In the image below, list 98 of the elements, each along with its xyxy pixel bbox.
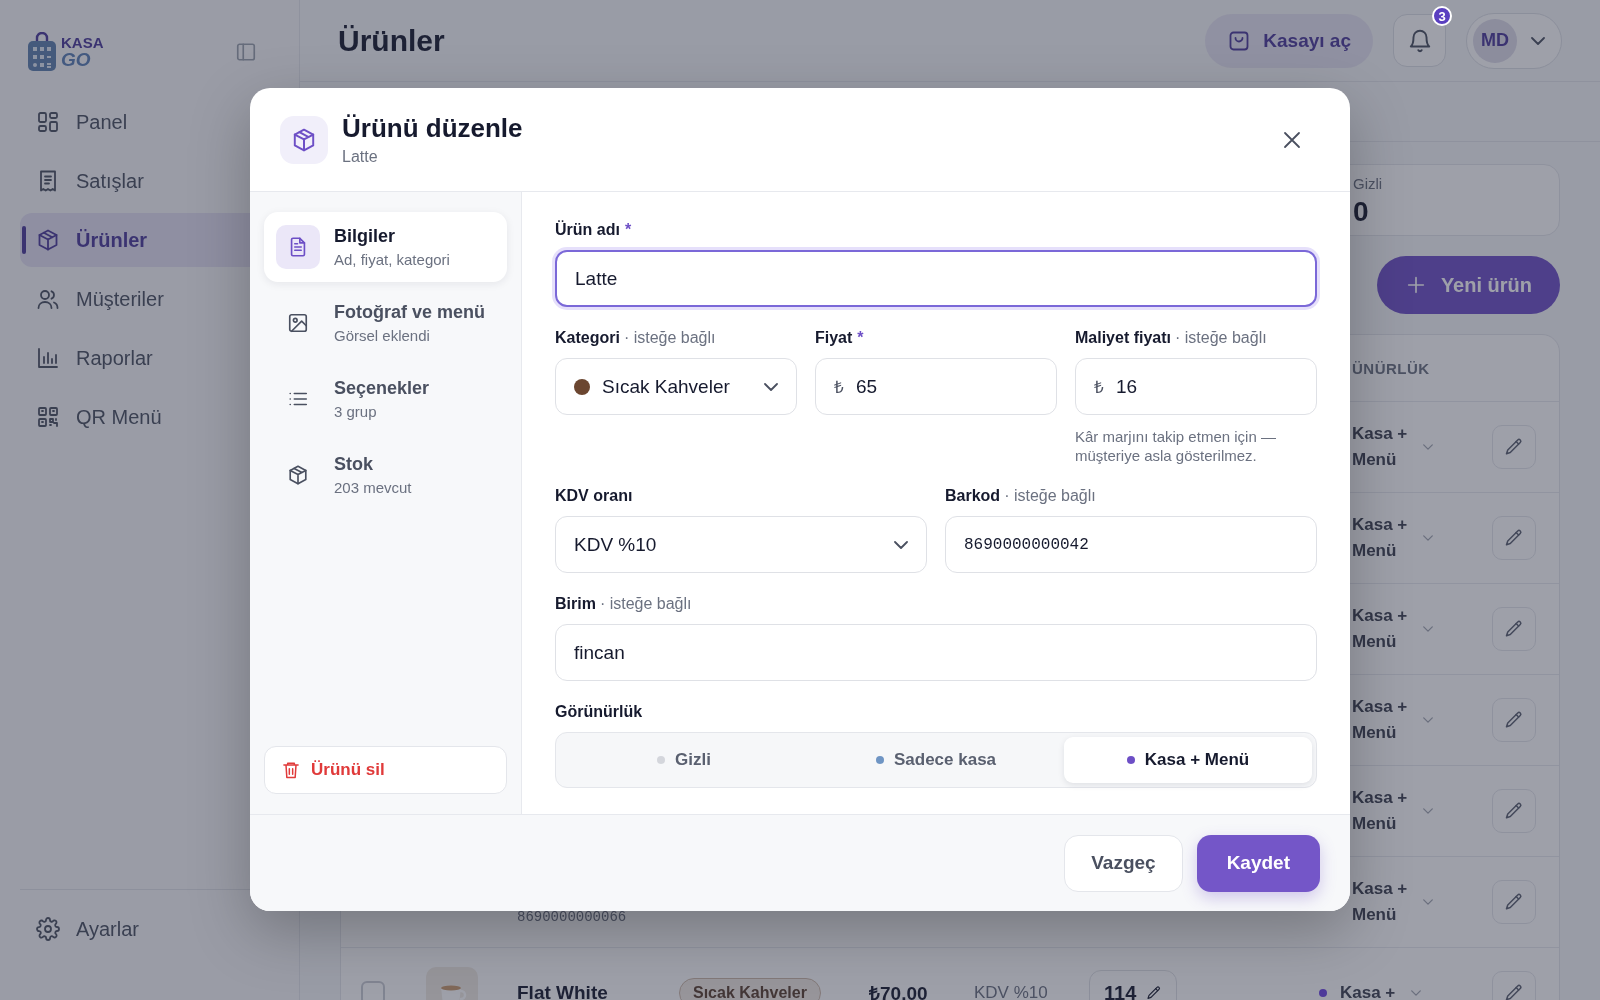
users-icon (36, 287, 60, 311)
input-field[interactable]: Latte (555, 250, 1317, 307)
select-field[interactable]: Sıcak Kahveler (555, 358, 797, 415)
edit-button[interactable] (1492, 607, 1536, 651)
pencil-icon (1504, 528, 1524, 548)
pencil-icon (1504, 983, 1524, 1000)
page-title: Ürünler (338, 23, 445, 58)
save-button[interactable]: Kaydet (1196, 834, 1320, 892)
visibility-text: Kasa + Menü (1352, 696, 1409, 744)
notifications-button[interactable] (1393, 14, 1446, 67)
chevron-down-icon (1423, 535, 1433, 541)
chevron-down-icon (764, 382, 778, 391)
chevron-down-icon (1423, 626, 1433, 632)
new-product-button[interactable]: Yeni ürün (1376, 256, 1560, 314)
image-icon (287, 312, 309, 334)
visibility-text: Kasa + Menü (1352, 514, 1409, 562)
input-field[interactable]: fincan (555, 624, 1317, 681)
field-label: Ürün adı * (555, 220, 633, 240)
chevron-down-icon (1423, 808, 1433, 814)
dialog-subtitle: Latte (342, 148, 379, 166)
box-icon (36, 228, 60, 252)
delete-product-button[interactable]: Ürünü sil (264, 746, 507, 794)
price-field[interactable]: ₺ 65 (815, 358, 1057, 415)
field-label: Barkod · isteğe bağlı (945, 486, 1097, 506)
box-icon (287, 464, 309, 486)
avatar: MD (1473, 18, 1517, 63)
nav-item[interactable]: Ayarlar (20, 902, 279, 956)
user-menu-button[interactable]: MD (1466, 12, 1562, 69)
section-title: Stok (334, 454, 374, 475)
field-label: Fiyat * (815, 328, 865, 348)
barcode-text: 8690000000066 (517, 908, 627, 925)
section-tab[interactable]: Bilgiler Ad, fiyat, kategori (264, 212, 507, 282)
section-title: Fotoğraf ve menü (334, 302, 485, 323)
field-label: Kategori · isteğe bağlı (555, 328, 717, 348)
price-text: ₺70.00 (868, 982, 928, 1000)
dialog-title: Ürünü düzenle (342, 113, 524, 144)
section-subtitle: Ad, fiyat, kategori (334, 251, 450, 268)
price-field[interactable]: ₺ 16 (1075, 358, 1317, 415)
field-label: Birim · isteğe bağlı (555, 594, 693, 614)
stat-value: 0 (1353, 196, 1370, 228)
field-label: Görünürlük (555, 702, 644, 722)
edit-button[interactable] (1492, 425, 1536, 469)
grid-icon (36, 110, 60, 134)
product-icon (280, 115, 328, 164)
qr-code-icon (36, 405, 60, 429)
visibility-option[interactable]: Sadece kasa (812, 737, 1060, 783)
edit-button[interactable] (1492, 789, 1536, 833)
section-title: Seçenekler (334, 378, 430, 399)
stat-label: Gizli (1353, 175, 1384, 192)
edit-button[interactable] (1492, 698, 1536, 742)
visibility-text: Kasa + Menü (1352, 878, 1409, 926)
visibility-option[interactable]: Kasa + Menü (1064, 737, 1312, 783)
section-subtitle: Görsel eklendi (334, 327, 431, 344)
stock-field[interactable]: 114 (1089, 970, 1178, 1000)
edit-button[interactable] (1492, 880, 1536, 924)
visibility-text: Kasa + (1340, 982, 1397, 1000)
notification-badge: 3 (1432, 6, 1452, 26)
category-tag: Sıcak Kahveler (679, 978, 821, 1000)
logo-text: KASA (61, 35, 104, 50)
nav-item[interactable]: Panel (20, 95, 279, 149)
pencil-icon (1504, 892, 1524, 912)
section-title: Bilgiler (334, 226, 396, 247)
chevron-down-icon (1423, 717, 1433, 723)
column-header: ÜNÜRLÜK (1351, 359, 1431, 377)
field-label: Maliyet fiyatı · isteğe bağlı (1075, 328, 1268, 348)
chevron-down-icon (894, 540, 908, 549)
visibility-text: Kasa + Menü (1352, 605, 1409, 653)
open-register-button[interactable]: Kasayı aç (1205, 13, 1373, 68)
logo-text: GO (61, 50, 92, 69)
product-name: Flat White (517, 982, 608, 1000)
chevron-down-icon (1411, 990, 1421, 996)
visibility-option[interactable]: Gizli (560, 737, 808, 783)
checkbox[interactable] (361, 981, 385, 1000)
select-field[interactable]: KDV %10 (555, 516, 927, 573)
bar-chart-icon (36, 346, 60, 370)
section-subtitle: 3 grup (334, 403, 378, 420)
field-label: KDV oranı (555, 486, 634, 506)
vat-text: KDV %10 (973, 983, 1048, 1000)
sidebar-toggle-icon[interactable] (235, 41, 257, 63)
nav-item[interactable]: Satışlar (20, 154, 279, 208)
chevron-down-icon (1531, 36, 1545, 45)
chevron-down-icon (1423, 899, 1433, 905)
edit-button[interactable] (1492, 516, 1536, 560)
help-text: Kâr marjını takip etmen için — müşteriye asla gösterilmez. (1075, 427, 1277, 465)
trash-icon (281, 760, 301, 780)
cancel-button[interactable]: Vazgeç (1064, 834, 1183, 892)
logo-icon (25, 32, 59, 72)
pencil-icon (1504, 437, 1524, 457)
visibility-text: Kasa + Menü (1352, 423, 1409, 471)
pencil-icon (1504, 801, 1524, 821)
pencil-icon (1504, 710, 1524, 730)
pencil-icon (1146, 985, 1163, 1000)
pencil-icon (1504, 619, 1524, 639)
settings-icon (36, 917, 60, 941)
visibility-text: Kasa + Menü (1352, 787, 1409, 835)
chevron-down-icon (1423, 444, 1433, 450)
section-subtitle: 203 mevcut (334, 479, 412, 496)
input-field[interactable]: 8690000000042 (945, 516, 1317, 573)
